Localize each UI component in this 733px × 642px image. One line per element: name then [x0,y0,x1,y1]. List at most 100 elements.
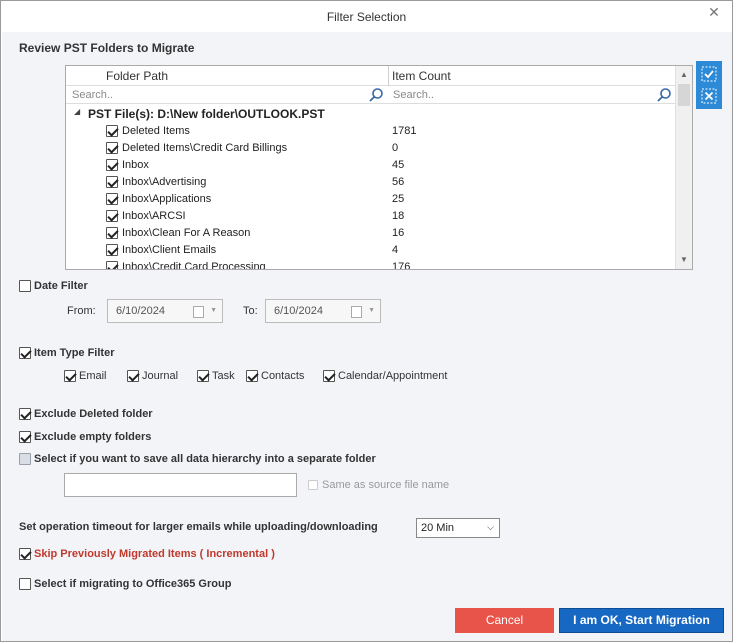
date-filter-checkbox[interactable] [19,280,31,292]
task-checkbox[interactable] [197,370,209,382]
chevron-down-icon[interactable]: ▼ [368,307,375,314]
exclude-deleted-checkbox[interactable] [19,408,31,420]
start-migration-button[interactable]: I am OK, Start Migration [559,608,724,633]
folder-path-cell: Inbox\Clean For A Reason [122,227,251,239]
email-label: Email [79,370,107,382]
office365-group-checkbox[interactable] [19,578,31,590]
close-icon[interactable]: ✕ [706,4,722,20]
type-contacts[interactable]: Contacts [246,370,304,382]
skip-migrated-checkbox[interactable] [19,548,31,560]
to-label: To: [243,305,258,317]
row-checkbox[interactable] [106,244,118,256]
calendar-icon[interactable] [193,306,204,318]
folder-path-search-input[interactable] [68,87,364,103]
from-date-value: 6/10/2024 [116,305,165,317]
table-row[interactable]: Inbox\Advertising 56 [66,174,676,191]
contacts-label: Contacts [261,370,305,382]
save-hierarchy-option[interactable]: Select if you want to save all data hier… [19,453,376,465]
table-row[interactable]: Inbox\Applications 25 [66,191,676,208]
type-email[interactable]: Email [64,370,107,382]
table-row[interactable]: Inbox\Credit Card Processing 176 [66,259,676,269]
table-row[interactable]: Deleted Items\Credit Card Billings 0 [66,140,676,157]
row-checkbox[interactable] [106,142,118,154]
filter-selection-dialog: Filter Selection ✕ Review PST Folders to… [0,0,733,642]
collapse-triangle-icon[interactable]: ◢ [74,107,80,116]
date-filter-option[interactable]: Date Filter [19,280,88,292]
pst-group-row[interactable]: ◢ PST File(s): D:\New folder\OUTLOOK.PST [66,105,676,122]
save-hierarchy-checkbox[interactable] [19,453,31,465]
skip-migrated-option[interactable]: Skip Previously Migrated Items ( Increme… [19,548,275,560]
item-type-filter-checkbox[interactable] [19,347,31,359]
journal-label: Journal [142,370,179,382]
type-task[interactable]: Task [197,370,235,382]
table-row[interactable]: Inbox 45 [66,157,676,174]
exclude-empty-checkbox[interactable] [19,431,31,443]
exclude-empty-option[interactable]: Exclude empty folders [19,431,151,443]
column-header-folder-path[interactable]: Folder Path [106,66,168,86]
item-count-search-input[interactable] [389,87,651,103]
item-type-filter-option[interactable]: Item Type Filter [19,347,114,359]
calendar-appointment-checkbox[interactable] [323,370,335,382]
grid-vertical-scrollbar[interactable]: ▲ ▼ [675,66,692,269]
item-count-cell: 176 [392,261,411,269]
grid-header: Folder Path Item Count [66,66,676,86]
row-checkbox[interactable] [106,261,118,269]
office365-group-option[interactable]: Select if migrating to Office365 Group [19,578,231,590]
scroll-thumb[interactable] [678,84,690,106]
contacts-checkbox[interactable] [246,370,258,382]
pst-group-label: PST File(s): D:\New folder\OUTLOOK.PST [88,107,325,121]
exclude-deleted-option[interactable]: Exclude Deleted folder [19,408,153,420]
timeout-value: 20 Min [421,522,455,534]
row-checkbox[interactable] [106,210,118,222]
to-date-value: 6/10/2024 [274,305,323,317]
scroll-up-arrow-icon[interactable]: ▲ [676,67,692,83]
item-count-cell: 16 [392,227,405,239]
item-count-cell: 4 [392,244,399,256]
chevron-down-icon[interactable]: ⌵ [487,522,494,533]
item-count-cell: 56 [392,176,405,188]
calendar-icon[interactable] [351,306,362,318]
skip-migrated-label: Skip Previously Migrated Items ( Increme… [34,548,275,560]
table-row[interactable]: Deleted Items 1781 [66,123,676,140]
hierarchy-folder-name-input[interactable] [64,473,297,497]
table-row[interactable]: Inbox\Clean For A Reason 16 [66,225,676,242]
table-row[interactable]: Inbox\ARCSI 18 [66,208,676,225]
same-as-source-checkbox[interactable] [308,480,318,490]
row-checkbox[interactable] [106,159,118,171]
grid-search-row [66,86,676,104]
folder-path-cell: Inbox\Applications [122,193,212,205]
folder-path-cell: Deleted Items [122,125,190,137]
dialog-title: Filter Selection [326,10,407,24]
row-checkbox[interactable] [106,193,118,205]
same-as-source-option[interactable]: Same as source file name [308,479,449,491]
type-journal[interactable]: Journal [127,370,178,382]
item-count-cell: 45 [392,159,405,171]
timeout-select[interactable]: 20 Min ⌵ [416,518,500,538]
review-section-title: Review PST Folders to Migrate [19,41,195,55]
exclude-empty-label: Exclude empty folders [34,431,152,443]
calendar-appointment-label: Calendar/Appointment [338,370,448,382]
to-date-picker[interactable]: 6/10/2024 ▼ [265,299,381,323]
timeout-label: Set operation timeout for larger emails … [19,521,378,533]
folder-path-cell: Inbox\ARCSI [122,210,186,222]
email-checkbox[interactable] [64,370,76,382]
column-header-item-count[interactable]: Item Count [392,66,451,86]
table-row[interactable]: Inbox\Client Emails 4 [66,242,676,259]
search-icon[interactable] [656,87,672,103]
select-all-icon[interactable] [699,64,719,84]
item-type-filter-label: Item Type Filter [34,347,115,359]
type-calendar[interactable]: Calendar/Appointment [323,370,447,382]
dialog-content: Review PST Folders to Migrate Folder Pat… [2,32,732,641]
save-hierarchy-label: Select if you want to save all data hier… [34,453,376,465]
row-checkbox[interactable] [106,125,118,137]
deselect-all-icon[interactable] [699,86,719,106]
title-bar: Filter Selection ✕ [1,1,732,32]
journal-checkbox[interactable] [127,370,139,382]
from-date-picker[interactable]: 6/10/2024 ▼ [107,299,223,323]
row-checkbox[interactable] [106,227,118,239]
scroll-down-arrow-icon[interactable]: ▼ [676,252,692,268]
cancel-button[interactable]: Cancel [455,608,554,633]
chevron-down-icon[interactable]: ▼ [210,307,217,314]
row-checkbox[interactable] [106,176,118,188]
search-icon[interactable] [368,87,384,103]
